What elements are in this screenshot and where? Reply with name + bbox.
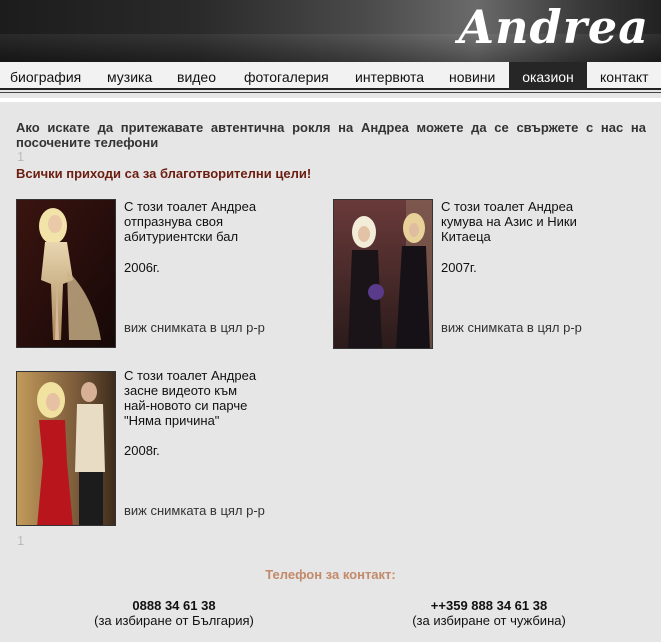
dress-photo-2-image	[334, 200, 432, 348]
marker-top: 1	[17, 149, 25, 164]
dress-photo-2[interactable]	[333, 199, 433, 349]
contact-title: Телефон за контакт:	[265, 567, 396, 582]
site-logo[interactable]: Andrea	[458, 0, 649, 54]
nav-item-contact[interactable]: контакт	[600, 62, 649, 90]
nav-divider	[0, 92, 661, 93]
nav-item-biography[interactable]: биография	[10, 62, 81, 90]
nav-item-interviews[interactable]: интервюта	[355, 62, 424, 90]
dress-caption-3: С този тоалет Андреа засне видеото към н…	[124, 368, 257, 428]
dress-year-2: 2007г.	[441, 260, 477, 275]
nav-item-occasion[interactable]: оказион	[509, 62, 587, 90]
nav-item-photo-gallery[interactable]: фотогалерия	[244, 62, 329, 90]
charity-note: Всички приходи са за благотворителни цел…	[16, 166, 312, 181]
dress-photo-3[interactable]	[16, 371, 116, 526]
dress-photo-1-image	[17, 200, 115, 347]
view-full-photo-link-1[interactable]: виж снимката в цял р-р	[124, 320, 265, 335]
view-full-photo-link-2[interactable]: виж снимката в цял р-р	[441, 320, 582, 335]
view-full-photo-link-3[interactable]: виж снимката в цял р-р	[124, 503, 265, 518]
site-header: Andrea	[0, 0, 661, 62]
dress-photo-3-image	[17, 372, 115, 525]
phone-abroad-note: (за избиране от чужбина)	[412, 613, 566, 628]
nav-item-news[interactable]: новини	[449, 62, 495, 90]
intro-text: Ако искате да притежавате автентична рок…	[16, 120, 646, 150]
phone-bulgaria-note: (за избиране от България)	[94, 613, 254, 628]
phone-abroad[interactable]: ++359 888 34 61 38	[389, 598, 589, 613]
dress-caption-1: С този тоалет Андреа отпразнува своя аби…	[124, 199, 257, 244]
nav-item-video[interactable]: видео	[177, 62, 216, 90]
marker-bottom: 1	[17, 533, 25, 548]
dress-photo-1[interactable]	[16, 199, 116, 348]
nav-item-music[interactable]: музика	[107, 62, 152, 90]
phone-bulgaria[interactable]: 0888 34 61 38	[74, 598, 274, 613]
dress-caption-2: С този тоалет Андреа кумува на Азис и Ни…	[441, 199, 577, 244]
dress-year-1: 2006г.	[124, 260, 160, 275]
main-nav: биография музика видео фотогалерия интер…	[0, 62, 661, 90]
dress-year-3: 2008г.	[124, 443, 160, 458]
